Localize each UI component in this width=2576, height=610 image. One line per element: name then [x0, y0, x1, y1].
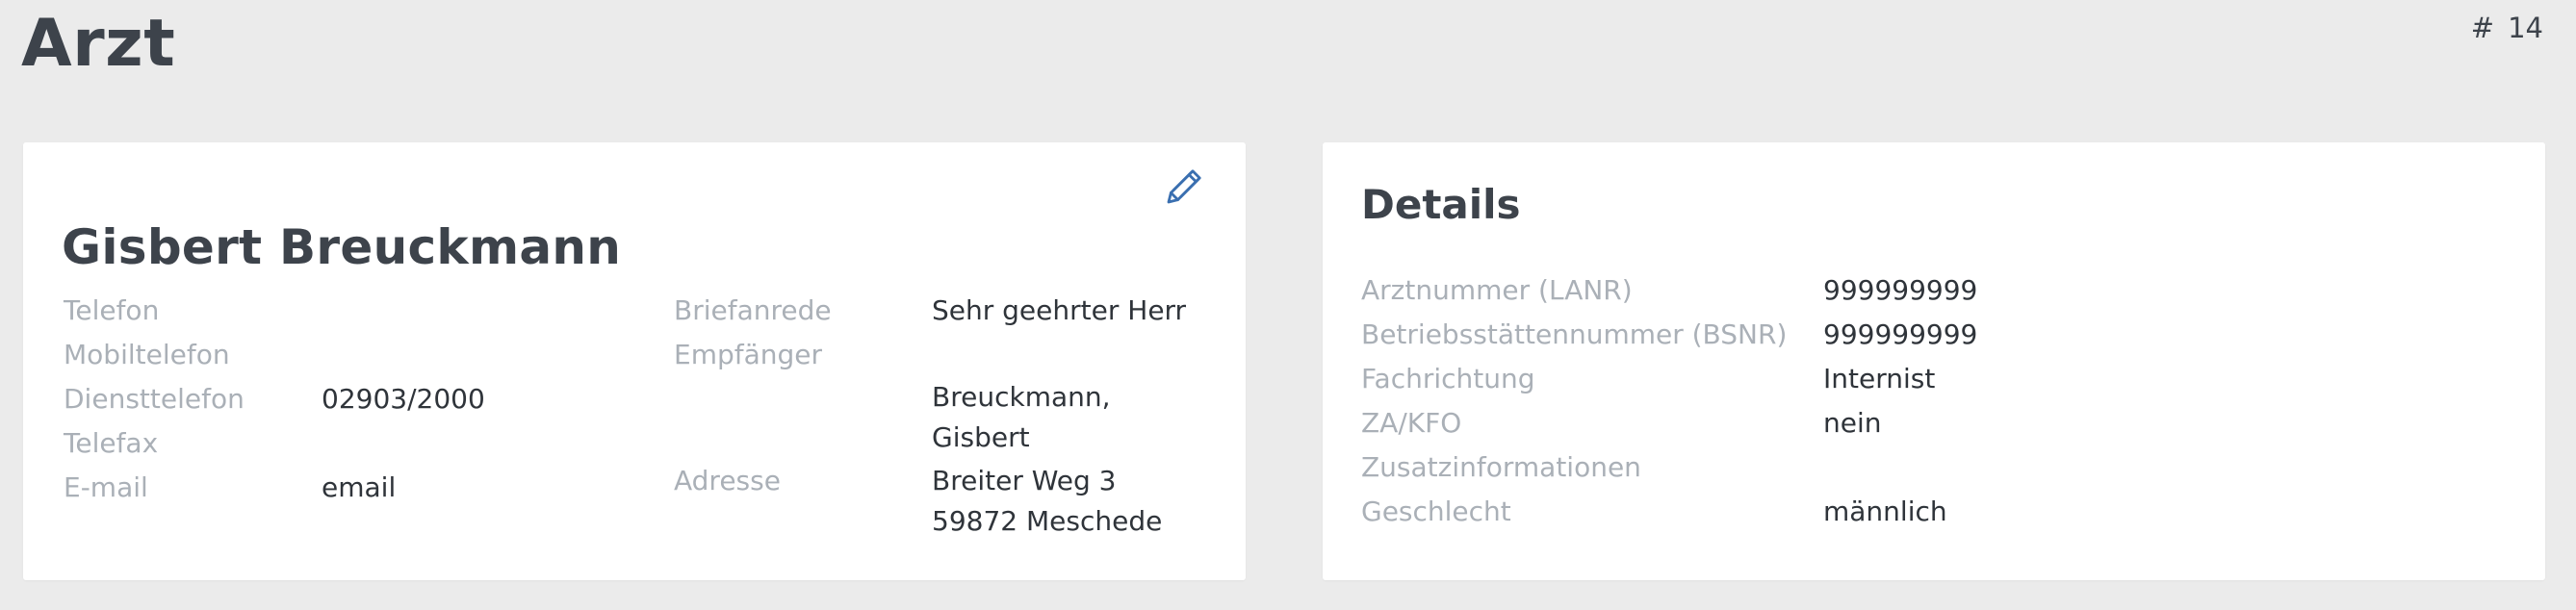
- field-label-email: E-mail: [64, 471, 148, 503]
- field-value-email: email: [322, 471, 397, 503]
- field-label-lanr: Arztnummer (LANR): [1361, 274, 1633, 306]
- details-card: Details Arztnummer (LANR) 999999999 Betr…: [1323, 142, 2545, 580]
- field-label-diensttelefon: Diensttelefon: [64, 383, 245, 415]
- field-label-mobiltelefon: Mobiltelefon: [64, 339, 230, 370]
- record-id: # 14: [2471, 12, 2543, 44]
- record-number: 14: [2508, 12, 2543, 44]
- field-value-bsnr: 999999999: [1823, 318, 1978, 350]
- contact-card: Gisbert Breuckmann Telefon Mobiltelefon …: [23, 142, 1246, 580]
- field-value-fachrichtung: Internist: [1823, 363, 1936, 394]
- field-value-diensttelefon: 02903/2000: [322, 383, 485, 415]
- field-label-bsnr: Betriebsstättennummer (BSNR): [1361, 318, 1788, 350]
- field-value-adresse: Breiter Weg 3 59872 Meschede: [932, 465, 1163, 537]
- page-title: Arzt: [21, 6, 176, 82]
- field-label-telefon: Telefon: [64, 294, 160, 326]
- field-value-recipient: Breuckmann, Gisbert: [932, 381, 1111, 453]
- details-title: Details: [1361, 181, 1521, 228]
- field-label-za-kfo: ZA/KFO: [1361, 407, 1462, 439]
- field-label-empfaenger: Empfänger: [674, 339, 823, 370]
- field-value-za-kfo: nein: [1823, 407, 1882, 439]
- field-label-fachrichtung: Fachrichtung: [1361, 363, 1535, 394]
- hash-symbol: #: [2470, 12, 2495, 44]
- edit-button[interactable]: [1161, 164, 1207, 210]
- field-label-zusatzinformationen: Zusatzinformationen: [1361, 451, 1641, 483]
- field-label-telefax: Telefax: [64, 427, 159, 459]
- pencil-icon[interactable]: [1161, 164, 1207, 210]
- field-label-adresse: Adresse: [674, 465, 781, 496]
- field-value-lanr: 999999999: [1823, 274, 1978, 306]
- field-value-briefanrede: Sehr geehrter Herr: [932, 294, 1187, 326]
- field-value-geschlecht: männlich: [1823, 496, 1947, 527]
- doctor-name: Gisbert Breuckmann: [62, 219, 622, 275]
- field-label-briefanrede: Briefanrede: [674, 294, 832, 326]
- field-label-geschlecht: Geschlecht: [1361, 496, 1511, 527]
